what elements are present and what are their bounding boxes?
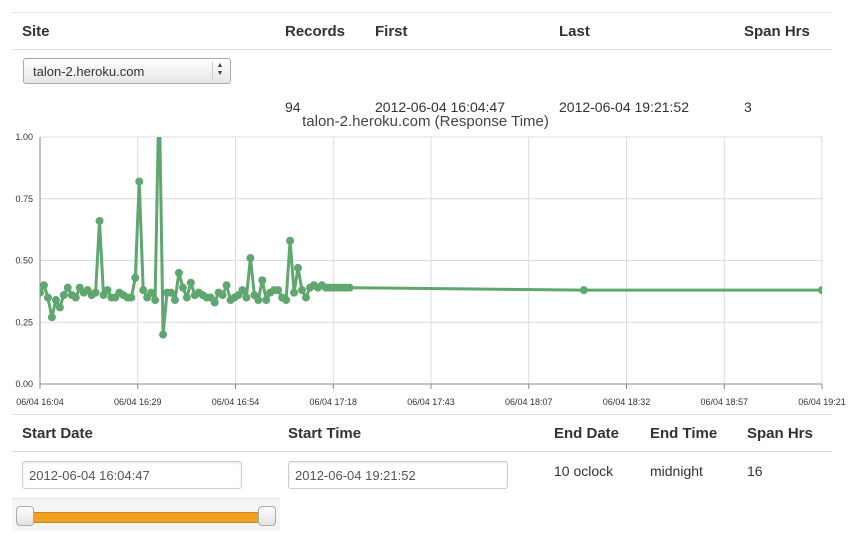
span-hrs-value-2: 16	[747, 463, 763, 479]
y-tick-label: 0.25	[15, 317, 33, 327]
y-tick-label: 1.00	[15, 132, 33, 142]
start-date-input[interactable]	[22, 461, 242, 489]
data-point	[238, 286, 247, 295]
data-point	[290, 288, 299, 297]
summary-table: Site Records First Last Span Hrs talon-2…	[12, 12, 832, 115]
data-point	[47, 313, 56, 322]
data-point	[55, 303, 64, 312]
data-point	[274, 286, 283, 295]
data-point	[579, 286, 588, 295]
data-point	[170, 296, 179, 305]
summary-table-row: 94 2012-06-04 16:04:47 2012-06-04 19:21:…	[12, 50, 832, 115]
data-point	[242, 293, 251, 302]
data-point	[297, 286, 306, 295]
data-point	[103, 286, 112, 295]
data-point	[246, 254, 255, 263]
data-point	[63, 283, 72, 292]
data-point	[127, 293, 136, 302]
data-point	[40, 281, 48, 290]
data-point	[258, 276, 267, 285]
range-slider-handle-end[interactable]	[258, 506, 276, 526]
data-point	[282, 296, 291, 305]
range-slider-track[interactable]	[22, 512, 274, 523]
header-start-date: Start Date	[22, 425, 93, 442]
header-start-time: Start Time	[288, 425, 362, 442]
header-span-hrs: Span Hrs	[744, 23, 810, 40]
summary-table-header: Site Records First Last Span Hrs	[12, 12, 832, 50]
data-point	[71, 293, 80, 302]
header-site: Site	[22, 23, 50, 40]
data-point	[131, 273, 140, 282]
x-tick-label: 06/04 17:18	[309, 397, 357, 407]
data-point	[286, 236, 295, 245]
header-end-date: End Date	[554, 425, 620, 442]
data-point	[59, 291, 68, 300]
end-date-value: 10 oclock	[554, 463, 614, 479]
header-end-time: End Time	[650, 425, 718, 442]
y-tick-label: 0.00	[15, 379, 33, 389]
data-point	[186, 278, 195, 287]
data-point	[147, 288, 156, 297]
x-tick-label: 06/04 19:21	[798, 397, 846, 407]
response-time-chart: 0.00 0.25 0.50 0.75 1.00 06/04 16:04 06/04 16:…	[15, 132, 846, 407]
range-slider	[12, 498, 280, 531]
x-tick-label: 06/04 16:29	[114, 397, 162, 407]
header-records: Records	[285, 23, 346, 40]
data-point	[294, 263, 303, 272]
data-point	[345, 283, 354, 292]
data-point	[178, 283, 187, 292]
end-time-value: midnight	[650, 463, 703, 479]
x-tick-label: 06/04 18:57	[700, 397, 748, 407]
data-point	[135, 177, 144, 186]
data-point	[174, 268, 183, 277]
header-span-hrs-2: Span Hrs	[747, 425, 813, 442]
data-point	[40, 288, 44, 297]
data-point	[139, 286, 148, 295]
data-point	[151, 296, 160, 305]
data-point	[218, 291, 227, 300]
data-point	[182, 293, 191, 302]
header-last: Last	[559, 23, 590, 40]
x-tick-label: 06/04 16:04	[16, 397, 64, 407]
data-point	[51, 296, 60, 305]
x-tick-label: 06/04 18:32	[603, 397, 651, 407]
x-tick-label: 06/04 16:54	[212, 397, 260, 407]
chart-title: talon-2.heroku.com (Response Time)	[302, 113, 549, 130]
data-point	[262, 296, 271, 305]
data-point	[95, 216, 104, 225]
data-point	[91, 288, 100, 297]
data-point	[818, 286, 822, 295]
y-tick-label: 0.75	[15, 194, 33, 204]
range-table-header: Start Date Start Time End Date End Time …	[12, 414, 832, 452]
header-first: First	[375, 23, 408, 40]
data-point	[222, 281, 231, 290]
y-tick-label: 0.50	[15, 256, 33, 266]
data-point	[166, 288, 175, 297]
range-slider-handle-start[interactable]	[16, 506, 34, 526]
data-point	[254, 296, 263, 305]
data-point	[159, 330, 168, 339]
x-tick-label: 06/04 18:07	[505, 397, 553, 407]
x-tick-label: 06/04 17:43	[407, 397, 455, 407]
data-point	[43, 293, 52, 302]
data-point	[301, 293, 310, 302]
data-point	[210, 298, 219, 307]
start-time-input[interactable]	[288, 461, 508, 489]
